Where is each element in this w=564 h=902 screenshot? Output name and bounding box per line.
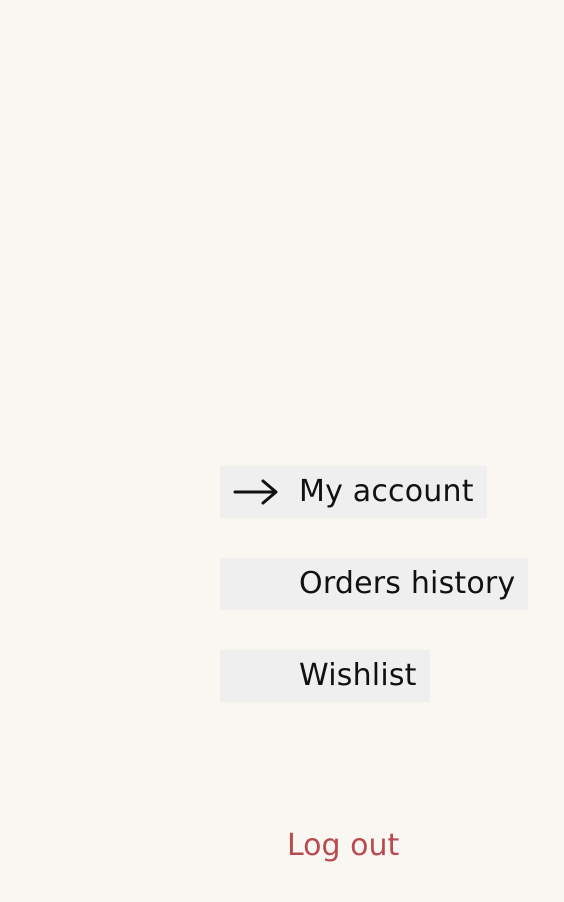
arrow-right-icon: [233, 479, 278, 505]
logout-link[interactable]: Log out: [287, 826, 399, 866]
menu-item-label: Wishlist: [299, 658, 417, 693]
menu-item-my-account[interactable]: My account: [220, 466, 487, 518]
menu-item-wishlist[interactable]: Wishlist: [220, 650, 430, 702]
menu-item-orders-history[interactable]: Orders history: [220, 558, 529, 610]
menu-item-label: My account: [299, 474, 474, 509]
menu-item-label: Orders history: [299, 566, 516, 601]
